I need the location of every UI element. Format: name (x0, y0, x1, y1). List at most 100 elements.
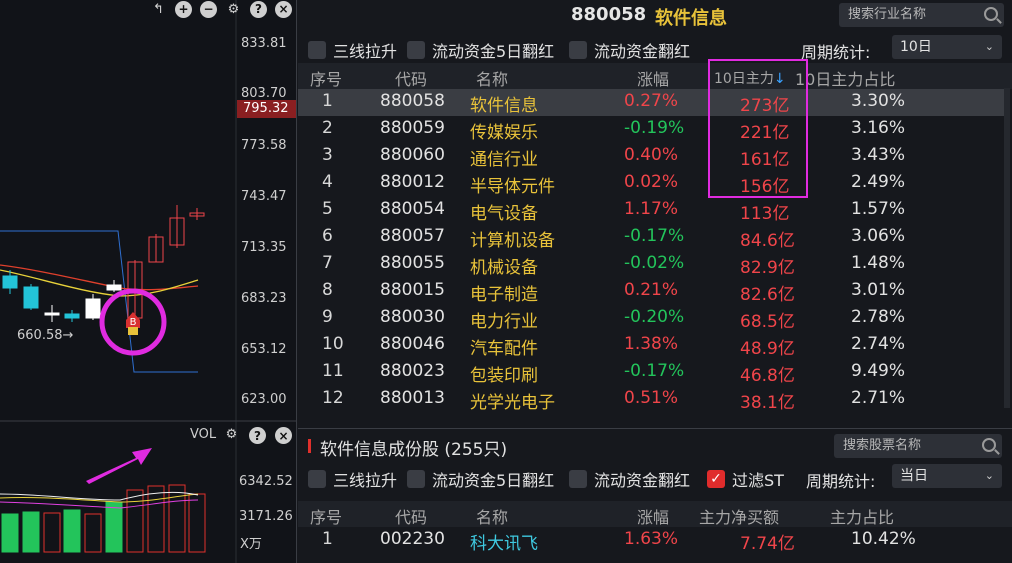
zoom-in-icon[interactable]: + (175, 0, 192, 18)
filter-three-line[interactable]: 三线拉升 (308, 467, 397, 491)
close-icon[interactable]: × (275, 0, 292, 18)
zoom-out-icon[interactable]: − (200, 0, 217, 18)
row-index: 3 (322, 145, 333, 165)
row-code: 880030 (380, 307, 445, 327)
table-row[interactable]: 11 880023 包装印刷 -0.17% 46.8亿 9.49% (298, 359, 1004, 386)
industry-name: 软件信息 (655, 8, 727, 29)
row-name: 传媒娱乐 (470, 123, 538, 143)
row-index: 11 (322, 361, 344, 381)
row-amount: 84.6亿 (740, 231, 795, 251)
col-code[interactable]: 代码 (395, 66, 427, 90)
vol-help-icon[interactable]: ? (249, 427, 266, 444)
candle-body (2, 275, 18, 289)
table-row[interactable]: 5 880054 电气设备 1.17% 113亿 1.57% (298, 197, 1004, 224)
row-ratio: 1.57% (851, 199, 906, 219)
panel-divider (296, 0, 297, 563)
row-change: -0.02% (624, 253, 685, 273)
chart-toolbar: ↰ + − ⚙ ? × (150, 0, 292, 18)
highlight-box (708, 59, 808, 198)
help-icon[interactable]: ? (250, 0, 267, 18)
row-index: 10 (322, 334, 344, 354)
filter-5day-red[interactable]: 流动资金5日翻红 (407, 38, 554, 62)
kline-chart-panel[interactable]: B ↰ + − ⚙ ? × 833.81 803.70 795.32 773.5… (0, 0, 296, 563)
row-amount: 68.5亿 (740, 312, 795, 332)
row-change: -0.17% (624, 226, 685, 246)
gear-icon[interactable]: ⚙ (225, 1, 242, 18)
industry-search-input[interactable]: 搜索行业名称 (839, 3, 1004, 27)
checkbox-icon[interactable] (569, 470, 587, 488)
components-title: 软件信息成份股 (255只) (320, 435, 507, 460)
col-idx[interactable]: 序号 (310, 66, 342, 90)
price-tick: 773.58 (241, 138, 287, 153)
scrollbar[interactable] (1004, 88, 1010, 408)
chevron-down-icon: ⌄ (984, 40, 994, 53)
volume-bar (84, 513, 102, 553)
col-net-buy[interactable]: 主力净买额 (699, 504, 779, 528)
filter-flow-red[interactable]: 流动资金翻红 (569, 38, 690, 62)
back-icon[interactable]: ↰ (150, 1, 167, 18)
col-name[interactable]: 名称 (476, 66, 508, 90)
col-change[interactable]: 涨幅 (637, 66, 669, 90)
col-change[interactable]: 涨幅 (637, 504, 669, 528)
search-icon[interactable] (982, 438, 996, 452)
row-change: 0.40% (624, 145, 679, 165)
table-row[interactable]: 9 880030 电力行业 -0.20% 68.5亿 2.78% (298, 305, 1004, 332)
row-amount: 7.74亿 (740, 534, 795, 554)
vol-gear-icon[interactable]: ⚙ (223, 426, 240, 443)
candles-group (2, 205, 205, 322)
table-row[interactable]: 1 880058 软件信息 0.27% 273亿 3.30% (298, 89, 1004, 116)
table-row[interactable]: 12 880013 光学光电子 0.51% 38.1亿 2.71% (298, 386, 1004, 413)
stock-search-input[interactable]: 搜索股票名称 (834, 434, 1002, 458)
vol-tick: 3171.26 (239, 509, 293, 524)
checkbox-icon[interactable] (308, 41, 326, 59)
filter-5day-red[interactable]: 流动资金5日翻红 (407, 467, 554, 491)
row-code: 880058 (380, 91, 445, 111)
table-row[interactable]: 10 880046 汽车配件 1.38% 48.9亿 2.74% (298, 332, 1004, 359)
table-row[interactable]: 2 880059 传媒娱乐 -0.19% 221亿 3.16% (298, 116, 1004, 143)
table-row[interactable]: 4 880012 半导体元件 0.02% 156亿 2.49% (298, 170, 1004, 197)
row-change: 1.38% (624, 334, 679, 354)
row-change: 1.63% (624, 529, 679, 549)
table-row[interactable]: 6 880057 计算机设备 -0.17% 84.6亿 3.06% (298, 224, 1004, 251)
components-table-header: 序号 代码 名称 涨幅 主力净买额 主力占比 (298, 501, 1012, 527)
col-10d-ratio[interactable]: 10日主力占比 (795, 66, 895, 90)
filter-label: 三线拉升 (333, 471, 398, 490)
col-code[interactable]: 代码 (395, 504, 427, 528)
table-row[interactable]: 3 880060 通信行业 0.40% 161亿 3.43% (298, 143, 1004, 170)
stock-search-placeholder: 搜索股票名称 (843, 438, 922, 453)
row-ratio: 3.16% (851, 118, 906, 138)
filter-st[interactable]: ✓ 过滤ST (707, 467, 784, 491)
volume-bar (147, 485, 165, 553)
row-ratio: 1.48% (851, 253, 906, 273)
price-tick: 713.35 (241, 240, 287, 255)
col-ratio[interactable]: 主力占比 (830, 504, 894, 528)
row-index: 8 (322, 280, 333, 300)
col-idx[interactable]: 序号 (310, 504, 342, 528)
checkbox-icon[interactable] (407, 470, 425, 488)
row-name: 机械设备 (470, 258, 538, 278)
row-ratio: 3.43% (851, 145, 906, 165)
filter-three-line[interactable]: 三线拉升 (308, 38, 397, 62)
magenta-arrow (86, 448, 152, 484)
row-index: 4 (322, 172, 333, 192)
table-row[interactable]: 1 002230 科大讯飞 1.63% 7.74亿 10.42% (298, 527, 1004, 554)
vol-close-icon[interactable]: × (275, 427, 292, 444)
search-icon[interactable] (984, 7, 998, 21)
col-name[interactable]: 名称 (476, 504, 508, 528)
filter-flow-red[interactable]: 流动资金翻红 (569, 467, 690, 491)
checkbox-icon[interactable] (569, 41, 587, 59)
period-select[interactable]: 当日 ⌄ (892, 464, 1002, 488)
checkbox-icon[interactable] (308, 470, 326, 488)
row-amount: 48.9亿 (740, 339, 795, 359)
period-select[interactable]: 10日 ⌄ (892, 35, 1002, 59)
row-index: 9 (322, 307, 333, 327)
row-change: 1.17% (624, 199, 679, 219)
table-row[interactable]: 8 880015 电子制造 0.21% 82.6亿 3.01% (298, 278, 1004, 305)
row-amount: 82.6亿 (740, 285, 795, 305)
table-row[interactable]: 7 880055 机械设备 -0.02% 82.9亿 1.48% (298, 251, 1004, 278)
candle-body (23, 286, 39, 309)
row-ratio: 9.49% (851, 361, 906, 381)
row-code: 880023 (380, 361, 445, 381)
checkbox-icon[interactable] (407, 41, 425, 59)
check-icon[interactable]: ✓ (707, 470, 725, 488)
